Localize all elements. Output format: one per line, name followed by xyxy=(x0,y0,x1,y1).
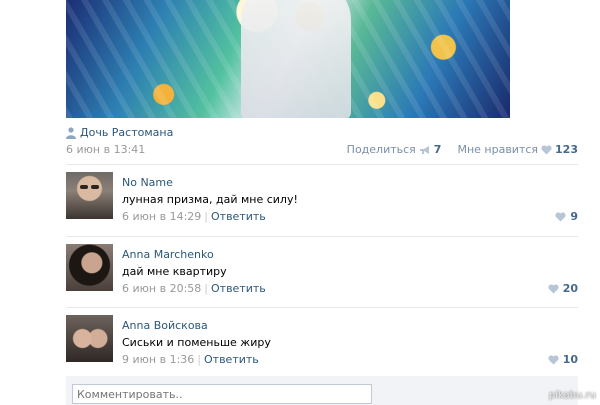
comment-meta: 9 июн в 1:36 | Ответить xyxy=(122,353,259,366)
reply-link[interactable]: Ответить xyxy=(211,210,266,223)
meta-separator: | xyxy=(204,282,208,295)
post-author[interactable]: Дочь Растомана xyxy=(66,126,173,139)
like-button[interactable]: Мне нравится 123 xyxy=(457,143,578,156)
heart-icon xyxy=(548,283,559,293)
comment-item: No Name лунная призма, дай мне силу! 6 и… xyxy=(66,172,578,232)
post-image[interactable] xyxy=(66,0,510,118)
image-figure xyxy=(241,0,351,118)
comment-text: Сиськи и поменьше жиру xyxy=(122,336,271,349)
comment-author[interactable]: Anna Marchenko xyxy=(122,248,214,261)
user-icon xyxy=(66,126,76,139)
comment-meta: 6 июн в 14:29 | Ответить xyxy=(122,210,266,223)
heart-icon xyxy=(548,354,559,364)
like-label: Мне нравится xyxy=(457,143,539,156)
post-author-name[interactable]: Дочь Растомана xyxy=(80,126,173,139)
comment-date[interactable]: 6 июн в 20:58 xyxy=(122,282,201,295)
comment-like-button[interactable]: 20 xyxy=(548,282,578,295)
share-button[interactable]: Поделиться 7 xyxy=(347,143,442,156)
avatar[interactable] xyxy=(66,315,113,362)
avatar[interactable] xyxy=(66,172,113,219)
divider xyxy=(66,236,578,237)
comment-date[interactable]: 9 июн в 1:36 xyxy=(122,353,194,366)
comment-author[interactable]: Anna Войскова xyxy=(122,319,208,332)
heart-icon xyxy=(541,144,552,154)
comment-author[interactable]: No Name xyxy=(122,176,173,189)
comment-like-button[interactable]: 9 xyxy=(555,210,578,223)
avatar[interactable] xyxy=(66,244,113,291)
reply-link[interactable]: Ответить xyxy=(211,282,266,295)
comment-like-count: 9 xyxy=(570,210,578,223)
meta-separator: | xyxy=(204,210,208,223)
comment-like-button[interactable]: 10 xyxy=(548,353,578,366)
post-stats: Поделиться 7 Мне нравится 123 xyxy=(347,143,578,156)
comment-meta: 6 июн в 20:58 | Ответить xyxy=(122,282,266,295)
comment-text: лунная призма, дай мне силу! xyxy=(122,193,298,206)
comment-like-count: 20 xyxy=(562,282,578,295)
reply-link[interactable]: Ответить xyxy=(204,353,259,366)
comment-form xyxy=(66,376,578,405)
comment-input[interactable] xyxy=(72,384,372,404)
comment-item: Anna Войскова Сиськи и поменьше жиру 9 и… xyxy=(66,315,578,375)
post-date: 6 июн в 13:41 xyxy=(66,143,146,156)
megaphone-icon xyxy=(419,145,429,154)
share-count: 7 xyxy=(433,143,442,156)
comment-date[interactable]: 6 июн в 14:29 xyxy=(122,210,201,223)
divider xyxy=(66,307,578,308)
divider xyxy=(66,164,578,165)
heart-icon xyxy=(555,211,566,221)
watermark: pikabu.ru xyxy=(548,390,596,401)
comment-text: дай мне квартиру xyxy=(122,265,227,278)
like-count: 123 xyxy=(555,143,578,156)
comment-like-count: 10 xyxy=(562,353,578,366)
comment-item: Anna Marchenko дай мне квартиру 6 июн в … xyxy=(66,244,578,304)
share-label: Поделиться xyxy=(346,143,416,156)
sunglasses-icon xyxy=(80,185,99,189)
meta-separator: | xyxy=(197,353,201,366)
